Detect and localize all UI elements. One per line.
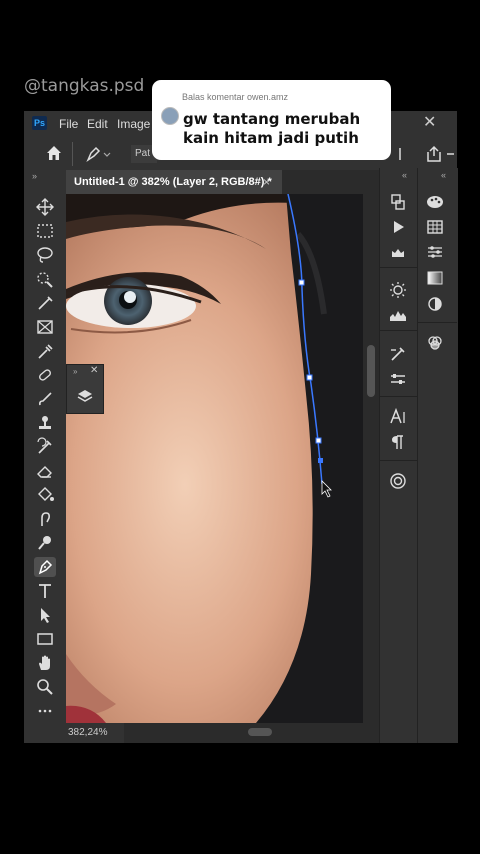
watermark-text: @tangkas.psd <box>24 76 145 96</box>
menu-file[interactable]: File <box>59 117 78 131</box>
marquee-tool-icon[interactable] <box>34 221 56 241</box>
type-tool-icon[interactable] <box>34 581 56 601</box>
crop-icon[interactable] <box>34 317 56 337</box>
menu-image[interactable]: Image <box>117 117 150 131</box>
home-icon[interactable] <box>44 143 64 163</box>
photo-face-image <box>66 194 363 723</box>
options-more-icon[interactable] <box>444 144 456 164</box>
vertical-scroll-thumb[interactable] <box>367 345 375 397</box>
healing-brush-icon[interactable] <box>34 365 56 385</box>
comment-text: gw tantang merubah kain hitam jadi putih <box>183 110 361 147</box>
dock-divider-3 <box>379 396 417 397</box>
smudge-icon[interactable] <box>34 509 56 529</box>
hand-icon[interactable] <box>34 653 56 673</box>
move-tool-icon[interactable] <box>34 197 56 217</box>
gradients-icon[interactable] <box>424 268 446 288</box>
brush-settings-icon[interactable] <box>387 344 409 364</box>
dock-collapse-icon[interactable]: « <box>402 170 407 180</box>
layers-icon[interactable] <box>75 386 95 406</box>
zoom-icon[interactable] <box>34 677 56 697</box>
quick-select-icon[interactable] <box>34 269 56 289</box>
more-tools-icon[interactable] <box>34 701 56 721</box>
dock-divider-4 <box>379 460 417 461</box>
pen-tool-icon[interactable] <box>34 557 56 577</box>
brush-icon[interactable] <box>34 389 56 409</box>
rectangle-icon[interactable] <box>34 629 56 649</box>
eyedropper-icon[interactable] <box>34 341 56 361</box>
floating-panel-close-icon[interactable]: ✕ <box>90 365 98 376</box>
history-brush-icon[interactable] <box>34 437 56 457</box>
document-canvas[interactable] <box>66 194 363 723</box>
glyphs-icon[interactable] <box>387 242 409 262</box>
toolbar-collapse-icon[interactable]: » <box>32 171 37 181</box>
history-icon[interactable] <box>387 192 409 212</box>
stamp-icon[interactable] <box>34 413 56 433</box>
adjustments-icon[interactable] <box>424 242 446 262</box>
pen-tool-preset-icon[interactable] <box>83 144 113 164</box>
options-separator <box>72 142 73 166</box>
brush-presets-icon[interactable] <box>387 369 409 389</box>
lasso-tool-icon[interactable] <box>34 245 56 265</box>
dock-divider-2 <box>379 330 417 331</box>
zoom-level-status[interactable]: 382,24% <box>68 727 107 738</box>
horizontal-scroll-thumb[interactable] <box>248 728 272 736</box>
swatches-grid-icon[interactable] <box>424 217 446 237</box>
layers-3d-icon[interactable] <box>424 333 446 353</box>
document-tab[interactable]: Untitled-1 @ 382% (Layer 2, RGB/8#) * <box>66 170 282 194</box>
dock-main-collapse-icon[interactable]: « <box>441 170 446 180</box>
dock-divider <box>379 267 417 268</box>
path-select-icon[interactable] <box>34 605 56 625</box>
dock-main-divider <box>417 322 457 323</box>
paragraph-icon[interactable] <box>387 432 409 452</box>
actions-play-icon[interactable] <box>387 217 409 237</box>
character-icon[interactable] <box>387 406 409 426</box>
dodge-icon[interactable] <box>34 533 56 553</box>
patterns-icon[interactable] <box>424 294 446 314</box>
floating-layers-panel: » ✕ <box>66 364 104 414</box>
eraser-icon[interactable] <box>34 461 56 481</box>
brush-stroke-icon[interactable] <box>34 293 56 313</box>
share-icon[interactable] <box>424 144 444 164</box>
tab-close-button[interactable]: × <box>263 170 270 194</box>
floating-panel-expand-icon[interactable]: » <box>73 367 77 376</box>
paint-bucket-icon[interactable] <box>34 485 56 505</box>
color-palette-icon[interactable] <box>424 192 446 212</box>
navigator-icon[interactable] <box>387 471 409 491</box>
comment-reply-header: Balas komentar owen.amz <box>182 92 289 102</box>
path-align-icon[interactable] <box>394 144 414 164</box>
window-close-button[interactable]: ✕ <box>423 112 436 132</box>
brightness-icon[interactable] <box>387 280 409 300</box>
vertical-scrollbar[interactable] <box>363 194 379 723</box>
menu-edit[interactable]: Edit <box>87 117 108 131</box>
histogram-icon[interactable] <box>387 305 409 325</box>
avatar <box>161 107 179 125</box>
photoshop-logo: Ps <box>32 116 47 130</box>
